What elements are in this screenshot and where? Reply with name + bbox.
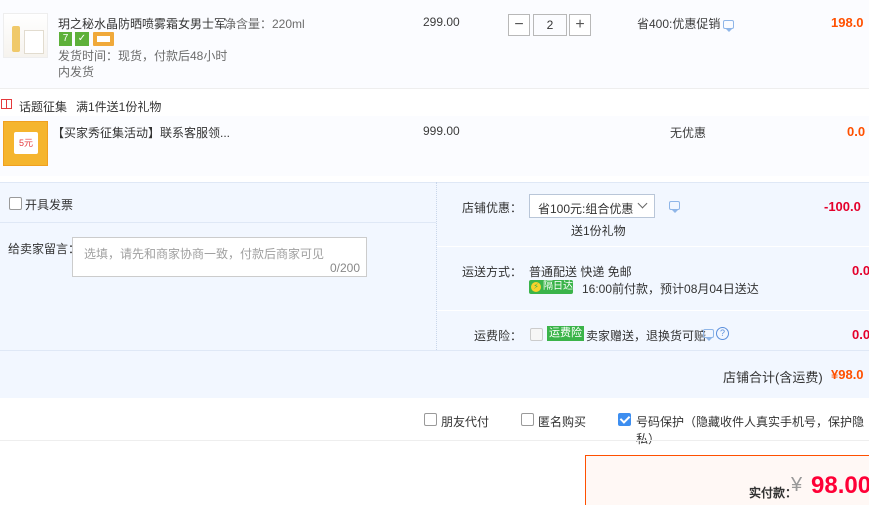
insurance-amount: 0.0: [852, 327, 869, 342]
card-icon: [97, 36, 110, 42]
coupon-card: 5元: [14, 132, 38, 154]
gift-icon: [1, 99, 12, 109]
badge-7-day-return: 7: [59, 32, 72, 46]
divider: [0, 88, 869, 89]
shop-discount-label: 店铺优惠：: [462, 201, 523, 215]
guarantee-badge: ✓: [75, 32, 89, 46]
pay-currency: ¥: [791, 474, 803, 496]
qty-minus-button[interactable]: −: [508, 14, 530, 36]
message-textarea[interactable]: 选填，请先和商家协商一致，付款后商家可见 0/200: [72, 237, 367, 277]
help-icon[interactable]: ?: [716, 327, 729, 340]
gift-promo: 无优惠: [670, 126, 707, 140]
friend-pay-checkbox[interactable]: [424, 413, 437, 426]
qty-input[interactable]: 2: [533, 14, 567, 36]
shop-total-label: 店铺合计(含运费): [723, 370, 823, 385]
card-badge: [93, 32, 114, 46]
shipping-eta: 16:00前付款，预计08月04日送达: [582, 282, 759, 296]
promo-text: 省400:优惠促销: [637, 17, 721, 31]
pay-amount: 98.00: [811, 472, 869, 499]
insurance-badge: 运费险: [547, 326, 584, 341]
invoice-checkbox[interactable]: [9, 197, 22, 210]
message-counter: 0/200: [329, 261, 360, 275]
row-divider: [437, 246, 869, 247]
gift-price: 999.00: [423, 124, 460, 138]
insurance-desc: 卖家赠送，退换货可赔: [586, 329, 707, 343]
chat-icon[interactable]: [723, 20, 734, 32]
product-title[interactable]: 玥之秘水晶防晒喷雾霜女男士军...: [58, 15, 236, 32]
product-thumbnail[interactable]: [3, 13, 48, 58]
shop-discount-gift: 送1份礼物: [571, 224, 626, 238]
shipping-amount: 0.0: [852, 263, 869, 278]
gift-thumbnail[interactable]: 5元: [3, 121, 48, 166]
gift-label: 话题征集: [19, 100, 68, 114]
anonymous-checkbox[interactable]: [521, 413, 534, 426]
chat-icon[interactable]: [703, 329, 714, 341]
shop-discount-value: 省100元:组合优惠: [538, 202, 634, 216]
chat-icon[interactable]: [669, 201, 680, 213]
gift-title[interactable]: 【买家秀征集活动】联系客服领...: [52, 124, 230, 141]
insurance-checkbox[interactable]: [530, 328, 543, 341]
gift-ribbon: [6, 99, 7, 109]
ship-time-line1: 发货时间：现货，付款后48小时: [58, 49, 228, 63]
box-image: [24, 30, 44, 54]
invoice-label[interactable]: 开具发票: [25, 196, 73, 213]
shop-total-amount: ¥98.0: [831, 367, 864, 382]
chevron-down-icon: [637, 198, 648, 209]
bottle-image: [12, 26, 20, 52]
item-subtotal: 198.0: [831, 15, 864, 30]
next-day-badge: ⚡ 隔日达: [529, 280, 573, 294]
left-divider: [0, 222, 436, 223]
insurance-label: 运费险：: [474, 329, 523, 343]
cart-item-row: [0, 0, 869, 88]
shipping-method: 普通配送 快递 免邮: [529, 265, 632, 279]
next-day-text: 隔日达: [543, 281, 573, 292]
total-divider: [0, 350, 869, 351]
privacy-label[interactable]: 号码保护（隐藏收件人真实手机号，保护隐私）: [636, 413, 869, 447]
anonymous-label[interactable]: 匿名购买: [538, 413, 586, 430]
shipping-label: 运送方式：: [462, 265, 523, 279]
gift-desc: 满1件送1份礼物: [76, 100, 162, 114]
shop-discount-amount: -100.0: [824, 199, 861, 214]
lightning-icon: ⚡: [531, 282, 541, 292]
shop-discount-select[interactable]: 省100元:组合优惠: [529, 194, 655, 218]
ship-time-line2: 内发货: [58, 65, 95, 79]
message-placeholder: 选填，请先和商家协商一致，付款后商家可见: [84, 247, 325, 261]
options-divider: [0, 440, 869, 441]
qty-plus-button[interactable]: +: [569, 14, 591, 36]
row-divider: [437, 310, 869, 311]
privacy-checkbox[interactable]: [618, 413, 631, 426]
payment-box: 实付款： ¥ 98.00: [585, 455, 869, 505]
friend-pay-label[interactable]: 朋友代付: [441, 413, 489, 430]
message-label: 给卖家留言：: [8, 242, 81, 256]
pay-label: 实付款：: [749, 486, 798, 500]
unit-price: 299.00: [423, 15, 460, 29]
gift-subtotal: 0.0: [847, 124, 866, 139]
product-spec: 净含量：220ml: [224, 17, 305, 31]
